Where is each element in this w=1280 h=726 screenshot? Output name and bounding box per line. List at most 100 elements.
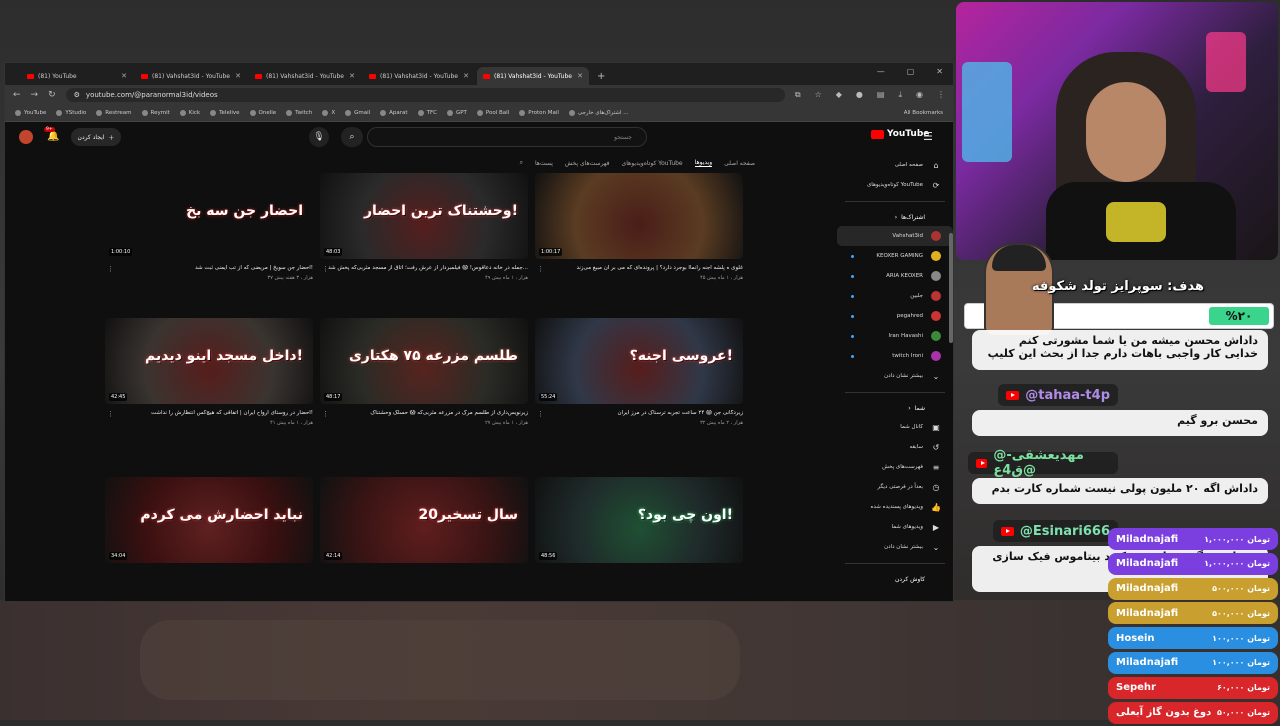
account-avatar[interactable] bbox=[19, 130, 33, 144]
video-thumbnail[interactable]: نباید احضارش می کردم 34:04 bbox=[105, 477, 313, 563]
bookmark-item[interactable]: Telelive bbox=[210, 110, 240, 116]
forward-icon[interactable]: → bbox=[31, 90, 39, 100]
extension-shield-icon[interactable]: ◆ bbox=[836, 90, 842, 100]
sidebar-item[interactable]: سابقه ↺ bbox=[837, 437, 953, 457]
new-tab-icon[interactable]: + bbox=[591, 67, 611, 85]
sidebar-subscription[interactable]: pegahred bbox=[837, 306, 953, 326]
sidebar-section-you[interactable]: › شما bbox=[837, 399, 953, 417]
more-options-icon[interactable]: ⋮ bbox=[537, 265, 544, 273]
video-thumbnail[interactable]: طلسم مزرعه ۷۵ هکتاری 48:17 bbox=[320, 318, 528, 404]
video-card[interactable]: احضار جن سه بخ 1:00:10 احضار جن سوبخ | مری… bbox=[105, 173, 313, 281]
sidebar-item[interactable]: فهرست‌های پخش ≡ bbox=[837, 457, 953, 477]
video-thumbnail[interactable]: اون چی بود؟! 48:56 bbox=[535, 477, 743, 563]
tab-close-icon[interactable]: ✕ bbox=[577, 72, 583, 80]
tab-close-icon[interactable]: ✕ bbox=[463, 72, 469, 80]
reload-icon[interactable]: ↻ bbox=[48, 90, 56, 100]
video-thumbnail[interactable]: داخل مسجد اینو دیدیم! 42:45 bbox=[105, 318, 313, 404]
more-options-icon[interactable]: ⋮ bbox=[537, 410, 544, 418]
sidebar-scrollbar[interactable] bbox=[949, 233, 953, 343]
sidebar-item[interactable]: صفحه اصلی ⌂ bbox=[837, 155, 953, 175]
search-input[interactable]: جستجو bbox=[367, 127, 647, 147]
sidebar-subscription[interactable]: ARIA KEOXER bbox=[837, 266, 953, 286]
tab-close-icon[interactable]: ✕ bbox=[235, 72, 241, 80]
voice-search-icon[interactable]: 🎙 bbox=[309, 127, 329, 147]
hamburger-menu-icon[interactable]: ☰ bbox=[923, 130, 933, 143]
video-card[interactable]: عروسی اجنه؟! 55:24 زیردگانی جن 😱 ۲۴ ساعت ت… bbox=[535, 318, 743, 426]
bookmark-item[interactable]: GPT bbox=[446, 110, 467, 116]
video-thumbnail[interactable]: وحشتناک ترین احضار! 48:03 bbox=[320, 173, 528, 259]
browser-tab[interactable]: (81) Vahshat3id - YouTube ✕ bbox=[249, 67, 361, 85]
url-field[interactable]: ⚙ youtube.com/@paranormal3id/videos bbox=[65, 88, 785, 102]
video-card[interactable]: وحشتناک ترین احضار! 48:03 جمله در خانه دعا… bbox=[320, 173, 528, 281]
bookmark-item[interactable]: Twitch bbox=[286, 110, 312, 116]
notifications-bell-icon[interactable]: 🔔 9+ bbox=[44, 127, 59, 142]
sidebar-item[interactable]: بیشتر نشان دادن ⌄ bbox=[837, 537, 953, 557]
video-title[interactable]: احضار در روستای ارواح ایران | اتفاقی که … bbox=[105, 410, 313, 416]
video-card[interactable]: نباید احضارش می کردم 34:04 bbox=[105, 477, 313, 563]
bookmark-item[interactable]: X bbox=[322, 110, 335, 116]
sidebar-item[interactable]: کانال شما ▣ bbox=[837, 417, 953, 437]
more-options-icon[interactable]: ⋮ bbox=[107, 265, 114, 273]
bookmark-item[interactable]: YouTube bbox=[15, 110, 46, 116]
minimize-icon[interactable]: — bbox=[877, 67, 885, 76]
sidebar-subscription[interactable]: twitch Ironi bbox=[837, 346, 953, 366]
video-thumbnail[interactable]: 1:00:17 bbox=[535, 173, 743, 259]
browser-menu-icon[interactable]: ⋮ bbox=[937, 90, 945, 100]
sidebar-subscription[interactable]: Iran Havashi bbox=[837, 326, 953, 346]
maximize-icon[interactable]: ▢ bbox=[907, 67, 915, 76]
bookmark-item[interactable]: Onelle bbox=[249, 110, 276, 116]
video-card[interactable]: داخل مسجد اینو دیدیم! 42:45 احضار در روستا… bbox=[105, 318, 313, 426]
tab-close-icon[interactable]: ✕ bbox=[349, 72, 355, 80]
browser-tab[interactable]: (81) Vahshat3id - YouTube ✕ bbox=[363, 67, 475, 85]
video-title[interactable]: غلوی ه پلشه اجنه رانماآ بوجرد دارد؟ | پر… bbox=[535, 265, 743, 271]
video-title[interactable]: جمله در خانه دعاقوس! 😱 فیلمبردار از عرش … bbox=[320, 265, 528, 271]
video-thumbnail[interactable]: عروسی اجنه؟! 55:24 bbox=[535, 318, 743, 404]
video-card[interactable]: اون چی بود؟! 48:56 bbox=[535, 477, 743, 563]
all-bookmarks[interactable]: All Bookmarks bbox=[904, 110, 943, 116]
channel-tab[interactable]: ویدیوها bbox=[694, 159, 713, 167]
browser-tab[interactable]: (81) YouTube ✕ bbox=[21, 67, 133, 85]
video-title[interactable]: زیردگانی جن 😱 ۲۴ ساعت تجربه ترسناک در مر… bbox=[535, 410, 743, 416]
bookmark-item[interactable]: اشتراک‌های خارجی ... bbox=[568, 110, 629, 116]
puzzle-icon[interactable]: ▤ bbox=[877, 90, 885, 100]
video-title[interactable]: زیرنویس‌داری از طلسم مرگ در مزرعه مثربی‌… bbox=[320, 410, 528, 416]
sidebar-subscription[interactable]: Vahshat3id bbox=[837, 226, 953, 246]
browser-tab[interactable]: (81) Vahshat3id - YouTube ✕ bbox=[477, 67, 589, 85]
bookmark-item[interactable]: YStudio bbox=[56, 110, 86, 116]
video-thumbnail[interactable]: احضار جن سه بخ 1:00:10 bbox=[105, 173, 313, 259]
channel-search-icon[interactable]: ⌕ bbox=[520, 159, 523, 167]
sidebar-section-subscriptions[interactable]: › اشتراک‌ها bbox=[837, 208, 953, 226]
browser-tab[interactable]: (81) Vahshat3id - YouTube ✕ bbox=[135, 67, 247, 85]
sidebar-item[interactable]: ویدیوهای شما ▶ bbox=[837, 517, 953, 537]
channel-tab[interactable]: پست‌ها bbox=[535, 160, 553, 167]
more-options-icon[interactable]: ⋮ bbox=[107, 410, 114, 418]
search-button[interactable]: ⌕ bbox=[341, 127, 363, 147]
create-button[interactable]: ایجاد کردن ＋ bbox=[71, 128, 121, 146]
sidebar-item[interactable]: بعداً در فرصتی دیگر ◷ bbox=[837, 477, 953, 497]
install-icon[interactable]: ⧉ bbox=[795, 90, 801, 100]
sidebar-subscription[interactable]: جلبین bbox=[837, 286, 953, 306]
back-icon[interactable]: ← bbox=[13, 90, 21, 100]
bookmark-item[interactable]: TFC bbox=[417, 110, 437, 116]
bookmark-item[interactable]: Aparat bbox=[380, 110, 408, 116]
bookmark-item[interactable]: Kick bbox=[179, 110, 200, 116]
profile-icon[interactable]: ◉ bbox=[916, 90, 923, 100]
video-card[interactable]: طلسم مزرعه ۷۵ هکتاری 48:17 زیرنویس‌داری از… bbox=[320, 318, 528, 426]
bookmark-star-icon[interactable]: ☆ bbox=[815, 90, 822, 100]
youtube-logo[interactable]: YouTube bbox=[871, 129, 929, 139]
channel-tab[interactable]: کوتاه‌ویدیوهای YouTube bbox=[622, 160, 683, 167]
show-more-button[interactable]: بیشتر نشان دادن ⌄ bbox=[837, 366, 953, 386]
bookmark-item[interactable]: Reymit bbox=[141, 110, 170, 116]
channel-tab[interactable]: صفحه اصلی bbox=[724, 160, 755, 167]
video-title[interactable]: احضار جن سوبخ | مریضی که از تب ایمنی ثبت… bbox=[105, 265, 313, 271]
download-icon[interactable]: ⤓ bbox=[898, 90, 902, 100]
video-thumbnail[interactable]: 20سال تسخیر 42:14 bbox=[320, 477, 528, 563]
more-options-icon[interactable]: ⋮ bbox=[322, 265, 329, 273]
site-info-icon[interactable]: ⚙ bbox=[74, 91, 80, 99]
bookmark-item[interactable]: Restream bbox=[96, 110, 132, 116]
bookmark-item[interactable]: Gmail bbox=[345, 110, 370, 116]
sidebar-item[interactable]: ویدیوهای پسندیده شده 👍 bbox=[837, 497, 953, 517]
more-options-icon[interactable]: ⋮ bbox=[322, 410, 329, 418]
channel-tab[interactable]: فهرست‌های پخش bbox=[565, 160, 610, 167]
video-card[interactable]: 20سال تسخیر 42:14 bbox=[320, 477, 528, 563]
